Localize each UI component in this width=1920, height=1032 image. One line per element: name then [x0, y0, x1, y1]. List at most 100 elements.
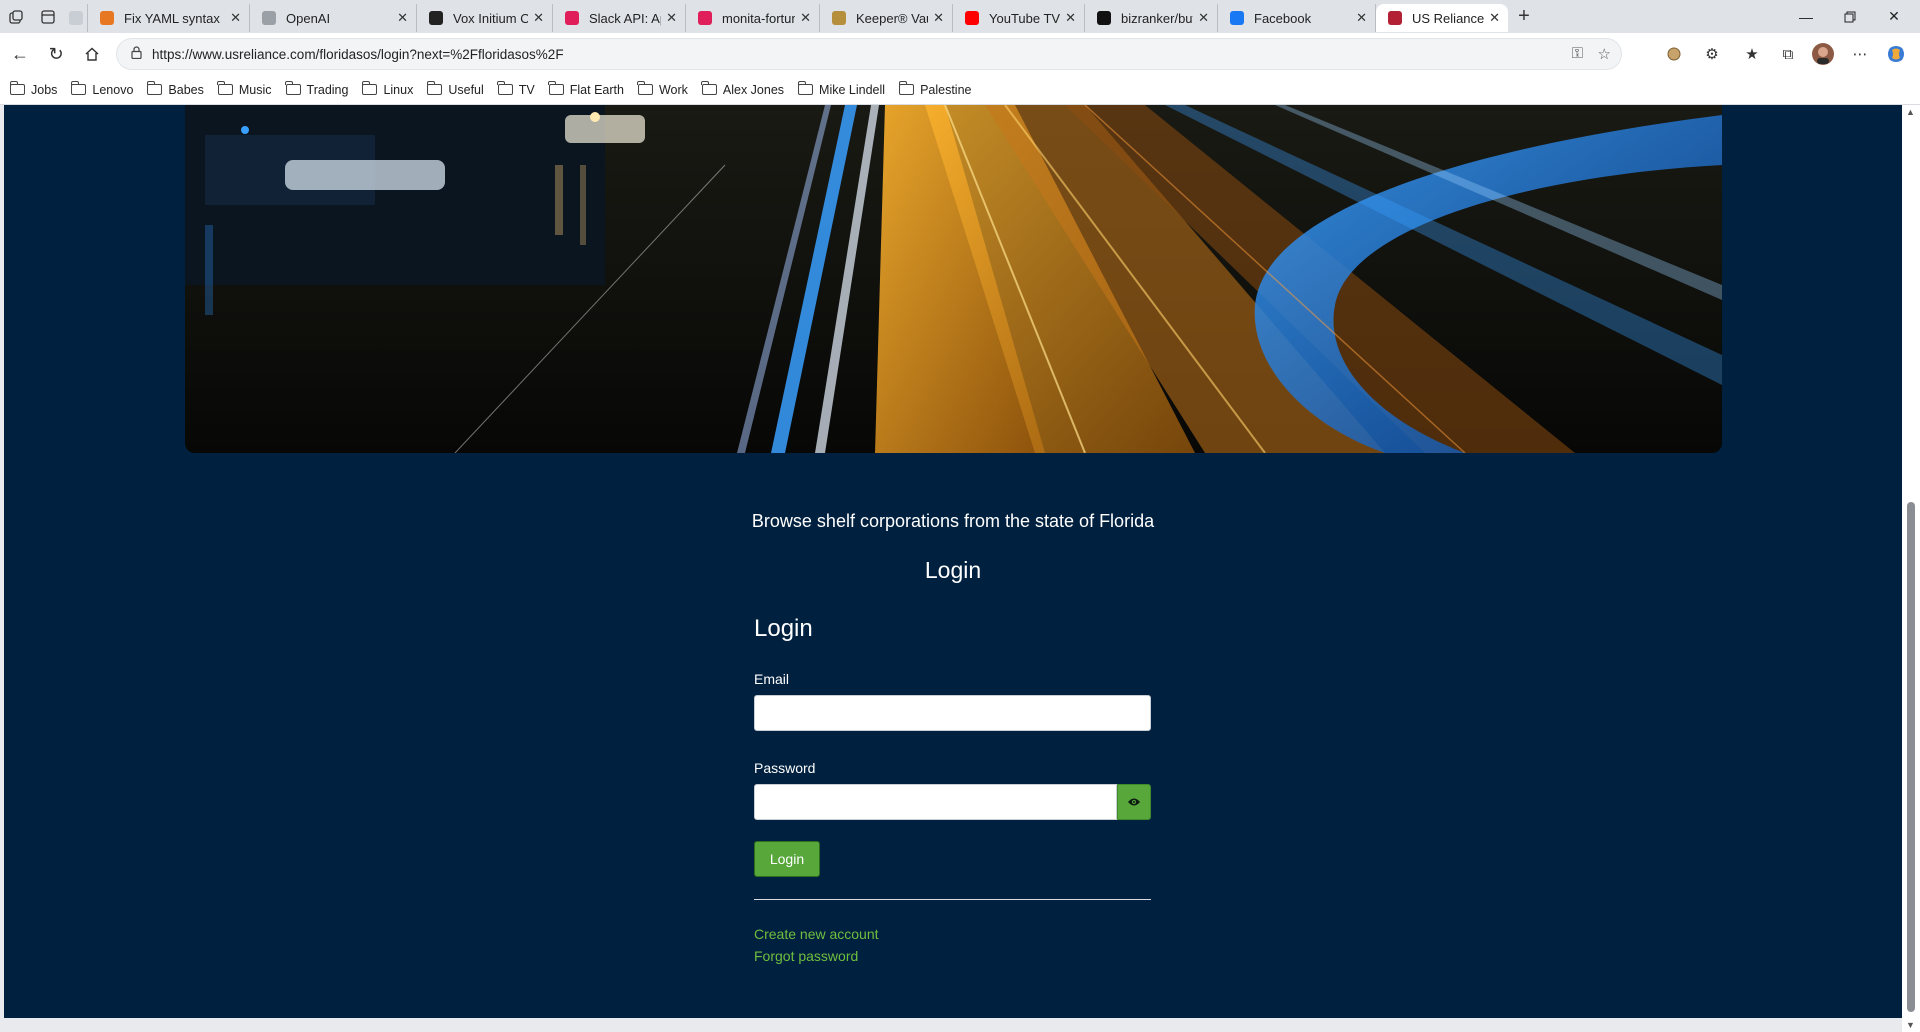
new-tab-button[interactable]: + [1508, 3, 1540, 31]
tab-favicon-icon [69, 11, 83, 25]
show-password-button[interactable] [1117, 784, 1151, 820]
folder-icon [701, 81, 717, 95]
bookmark-folder[interactable]: Flat Earth [548, 81, 624, 97]
create-account-link[interactable]: Create new account [754, 926, 1151, 942]
page-bottom-edge [0, 1018, 1902, 1032]
favorites-icon[interactable]: ★ [1736, 38, 1768, 70]
tab[interactable]: Vox Initium Overview ✕ [417, 4, 553, 32]
email-field[interactable] [754, 695, 1151, 731]
refresh-icon: ↻ [48, 43, 64, 64]
folder-icon [70, 81, 87, 95]
avatar[interactable] [1807, 38, 1839, 70]
bookmark-folder[interactable]: Work [637, 81, 688, 97]
tab[interactable]: OpenAI ✕ [250, 4, 417, 32]
email-label: Email [754, 671, 790, 687]
close-tab-icon[interactable]: ✕ [230, 10, 241, 26]
close-tab-icon[interactable]: ✕ [1198, 10, 1209, 26]
close-tab-icon[interactable]: ✕ [1489, 10, 1500, 26]
collections-icon[interactable]: ⧉ [1772, 38, 1804, 70]
close-tab-icon[interactable]: ✕ [533, 10, 544, 26]
copilot-icon[interactable] [1880, 38, 1912, 70]
tab-title: Fix YAML syntax [124, 10, 220, 26]
back-button[interactable]: ← [2, 38, 38, 70]
bookmark-folder[interactable]: Mike Lindell [797, 81, 885, 97]
tab[interactable]: Keeper® Vault Log ✕ [820, 4, 953, 32]
minimize-icon: — [1799, 8, 1813, 25]
close-tab-icon[interactable]: ✕ [1065, 10, 1076, 26]
close-tab-icon[interactable]: ✕ [397, 10, 408, 26]
tab-title: YouTube TV - Watc [989, 10, 1060, 26]
tab-title: monita-fortuna (Cl [722, 10, 795, 26]
home-button[interactable] [74, 38, 110, 70]
tab[interactable]: monita-fortuna (Cl ✕ [686, 4, 820, 32]
puzzle-icon[interactable]: ⚙ [1696, 38, 1728, 70]
url-text: https://www.usreliance.com/floridasos/lo… [152, 46, 564, 62]
tab[interactable]: bizranker/butabi-b ✕ [1085, 4, 1218, 32]
tab-title: Slack API: Applications [589, 10, 661, 26]
bookmark-folder[interactable]: TV [497, 81, 535, 97]
tab-pinned[interactable] [64, 4, 88, 32]
bookmark-label: Jobs [31, 82, 58, 97]
folder-icon [9, 81, 25, 95]
bookmark-label: Palestine [920, 82, 972, 97]
bookmark-label: Flat Earth [569, 82, 624, 97]
folder-icon [797, 81, 814, 95]
tab-favicon-icon [1388, 11, 1402, 25]
bookmark-folder[interactable]: Useful [426, 81, 484, 97]
browser-toolbar: ← ↻ https://www.usreliance.com/floridaso… [0, 33, 1920, 75]
tab-title: OpenAI [286, 10, 331, 26]
bookmark-folder[interactable]: Babes [146, 81, 204, 97]
bookmark-folder[interactable]: Lenovo [70, 81, 134, 97]
bookmark-folder[interactable]: Jobs [9, 81, 58, 97]
scroll-down-icon[interactable]: ▼ [1906, 1020, 1915, 1030]
forgot-password-link[interactable]: Forgot password [754, 948, 1151, 964]
bookmark-label: Trading [306, 82, 349, 97]
tab[interactable]: Facebook ✕ [1218, 4, 1376, 32]
tab[interactable]: Fix YAML syntax ✕ [88, 4, 250, 32]
login-button[interactable]: Login [754, 841, 820, 877]
bookmark-folder[interactable]: Trading [285, 81, 349, 97]
divider [754, 899, 1151, 900]
bookmark-folder[interactable]: Music [217, 81, 272, 97]
address-bar[interactable]: https://www.usreliance.com/floridasos/lo… [116, 38, 1622, 70]
tab-favicon-icon [832, 11, 846, 25]
tab-title: Keeper® Vault Log [856, 10, 928, 26]
email-group: Email [754, 671, 1151, 731]
page-subtitle: Browse shelf corporations from the state… [751, 511, 1155, 531]
bookmark-label: Work [658, 82, 688, 97]
folder-icon [497, 81, 513, 95]
bookmark-folder[interactable]: Palestine [898, 81, 972, 97]
tab-title: Facebook [1254, 10, 1312, 26]
tab[interactable]: Slack API: Applications ✕ [553, 4, 686, 32]
close-tab-icon[interactable]: ✕ [933, 10, 944, 26]
tab-favicon-icon [100, 11, 114, 25]
bookmark-folder[interactable]: Alex Jones [701, 81, 784, 97]
tab-title: bizranker/butabi-b [1121, 10, 1193, 26]
refresh-button[interactable]: ↻ [38, 38, 74, 70]
vertical-tabs-icon[interactable] [32, 0, 64, 33]
tab-active[interactable]: US Reliance | BizRa ✕ [1376, 4, 1508, 32]
bookmark-folder[interactable]: Linux [361, 81, 414, 97]
bookmark-label: Lenovo [92, 82, 134, 97]
key-icon[interactable]: ⚿ [1572, 45, 1583, 62]
close-tab-icon[interactable]: ✕ [1356, 10, 1367, 26]
tab[interactable]: YouTube TV - Watc ✕ [953, 4, 1085, 32]
lock-icon [131, 46, 142, 62]
page-viewport: Browse shelf corporations from the state… [0, 105, 1920, 1032]
tab-actions-icon[interactable] [0, 0, 32, 33]
star-icon[interactable]: ☆ [1598, 45, 1611, 63]
close-tab-icon[interactable]: ✕ [800, 10, 811, 26]
page-scrollbar[interactable]: ▲ ▼ [1902, 105, 1920, 1032]
restore-icon [1844, 11, 1856, 22]
page-left-edge [0, 105, 4, 1032]
close-window-button[interactable]: ✕ [1866, 0, 1920, 33]
close-tab-icon[interactable]: ✕ [666, 10, 677, 26]
scroll-up-icon[interactable]: ▲ [1906, 107, 1915, 117]
folder-icon [361, 81, 378, 95]
more-icon[interactable]: ⋯ [1844, 38, 1876, 70]
password-field[interactable] [754, 784, 1117, 820]
copilot-shopping-icon[interactable] [1658, 38, 1690, 70]
scrollbar-thumb[interactable] [1907, 502, 1915, 1012]
bookmark-label: Linux [383, 82, 414, 97]
tab-favicon-icon [698, 11, 712, 25]
